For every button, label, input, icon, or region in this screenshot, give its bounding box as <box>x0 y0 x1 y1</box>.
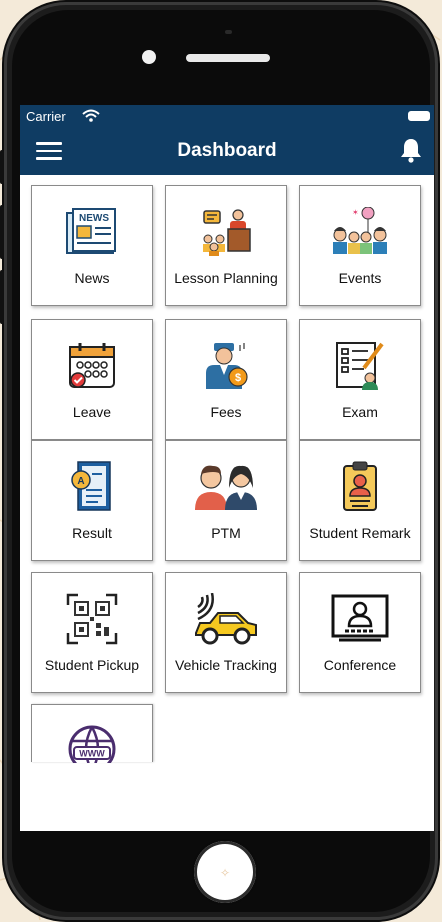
tile-label: News <box>74 270 110 286</box>
front-camera <box>142 50 156 64</box>
tile-news[interactable]: NEWS News <box>31 185 153 306</box>
exam-sheet-icon <box>300 338 420 394</box>
svg-text:✧: ✧ <box>220 866 230 880</box>
video-conference-icon <box>300 591 420 647</box>
tile-label: Vehicle Tracking <box>175 657 277 673</box>
battery-icon <box>408 111 430 121</box>
party-people-icon: ✶ <box>300 204 420 260</box>
svg-text:$: $ <box>235 372 241 384</box>
tile-label: PTM <box>211 525 241 541</box>
tile-student-remark[interactable]: Student Remark <box>299 440 421 561</box>
tile-label: Events <box>338 270 382 286</box>
bell-notification-icon[interactable] <box>400 137 422 163</box>
app-screen: Carrier Dashboard NEWS News Lesson Plann… <box>20 105 434 831</box>
tile-label: Conference <box>323 657 397 673</box>
tile-label: Lesson Planning <box>174 270 278 286</box>
id-badge-icon <box>300 459 420 515</box>
earpiece-speaker <box>186 54 270 62</box>
parents-icon <box>166 459 286 515</box>
wifi-icon <box>82 109 100 122</box>
volume-down-button <box>0 270 4 324</box>
tile-leave[interactable]: Leave <box>31 319 153 440</box>
newspaper-icon: NEWS <box>32 204 152 260</box>
home-button[interactable]: ✧ <box>194 841 256 903</box>
proximity-sensor <box>225 30 232 34</box>
calendar-icon <box>32 338 152 394</box>
svg-text:WWW: WWW <box>79 749 105 759</box>
tile-label: Student Remark <box>309 525 411 541</box>
carrier-label: Carrier <box>26 109 66 124</box>
tile-fees[interactable]: $ Fees <box>165 319 287 440</box>
volume-up-button <box>0 205 4 259</box>
car-signal-icon <box>166 591 286 647</box>
tile-label: Leave <box>72 404 112 420</box>
tile-label: Exam <box>342 404 378 420</box>
status-bar: Carrier <box>20 105 434 127</box>
fee-payer-icon: $ <box>166 338 286 394</box>
page-title: Dashboard <box>177 140 277 161</box>
silent-switch <box>0 150 4 184</box>
svg-text:A: A <box>77 476 84 487</box>
tile-ptm[interactable]: PTM <box>165 440 287 561</box>
tile-website[interactable]: WWW <box>31 704 153 763</box>
app-header: Dashboard <box>20 127 434 175</box>
tile-vehicle-tracking[interactable]: Vehicle Tracking <box>165 572 287 693</box>
www-globe-icon: WWW <box>32 723 152 763</box>
tile-result[interactable]: A Result <box>31 440 153 561</box>
svg-text:NEWS: NEWS <box>79 213 109 224</box>
home-sparkle-icon: ✧ <box>220 866 230 880</box>
tile-lesson-planning[interactable]: Lesson Planning <box>165 185 287 306</box>
tile-label: Result <box>72 525 112 541</box>
qr-code-icon <box>32 591 152 647</box>
teacher-lectern-icon <box>166 204 286 260</box>
tile-label: Fees <box>210 404 242 420</box>
tile-exam[interactable]: Exam <box>299 319 421 440</box>
tile-student-pickup[interactable]: Student Pickup <box>31 572 153 693</box>
result-document-icon: A <box>32 459 152 515</box>
tile-label: Student Pickup <box>44 657 140 673</box>
svg-text:✶: ✶ <box>352 208 359 217</box>
tile-events[interactable]: ✶ Events <box>299 185 421 306</box>
tile-conference[interactable]: Conference <box>299 572 421 693</box>
